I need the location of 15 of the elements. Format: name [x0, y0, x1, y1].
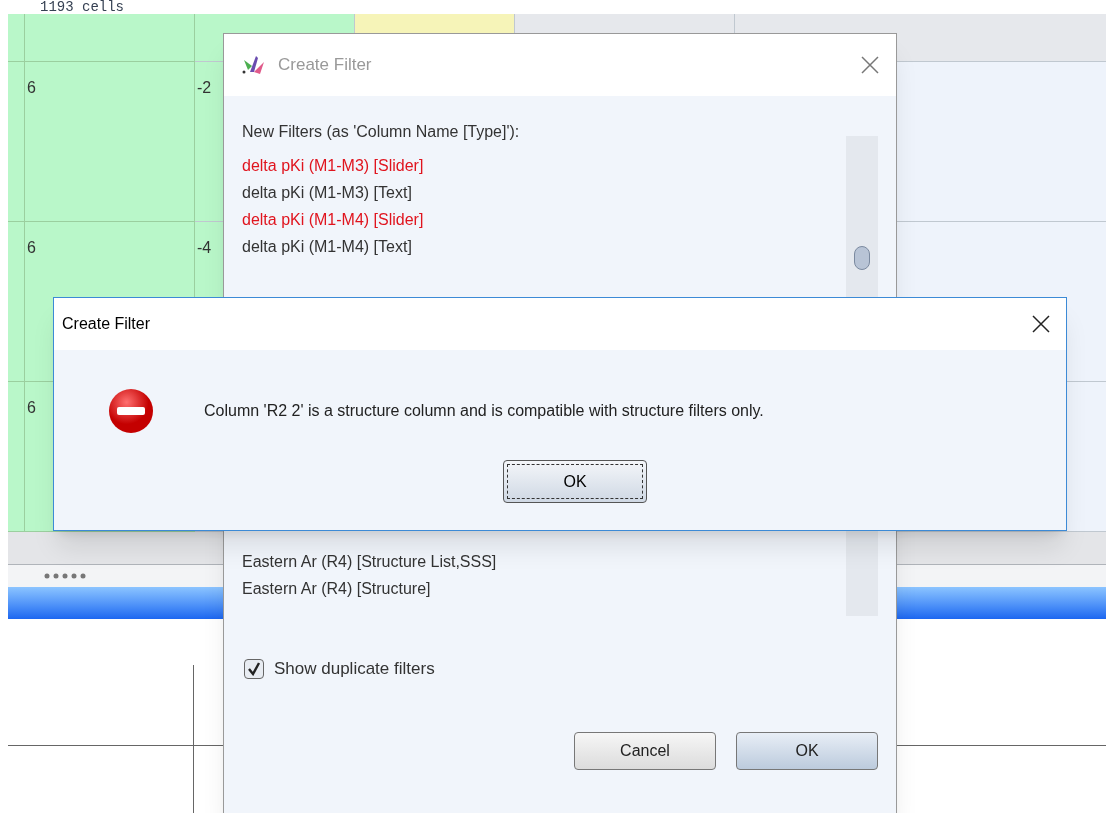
- error-message: Column 'R2 2' is a structure column and is compatible with structure filters only.: [204, 401, 764, 421]
- cell-count-text: 1193 cells: [39, 0, 125, 14]
- close-icon[interactable]: [1032, 315, 1050, 333]
- table-cell: 6: [25, 62, 195, 222]
- resize-handle-icon[interactable]: [44, 573, 86, 579]
- checkbox[interactable]: [244, 658, 264, 679]
- dialog-title: Create Filter: [62, 314, 152, 334]
- ok-button[interactable]: OK: [736, 731, 878, 770]
- filter-list-item[interactable]: Eastern Ar (R4) [Structure]: [242, 575, 846, 602]
- cancel-button[interactable]: Cancel: [574, 731, 716, 770]
- error-stop-icon: [106, 386, 156, 436]
- filter-list-item[interactable]: Eastern Ar (R4) [Structure List,SSS]: [242, 548, 846, 575]
- scrollbar-thumb[interactable]: [854, 246, 870, 270]
- ok-button[interactable]: OK: [503, 460, 647, 503]
- checkbox-label: Show duplicate filters: [274, 658, 435, 680]
